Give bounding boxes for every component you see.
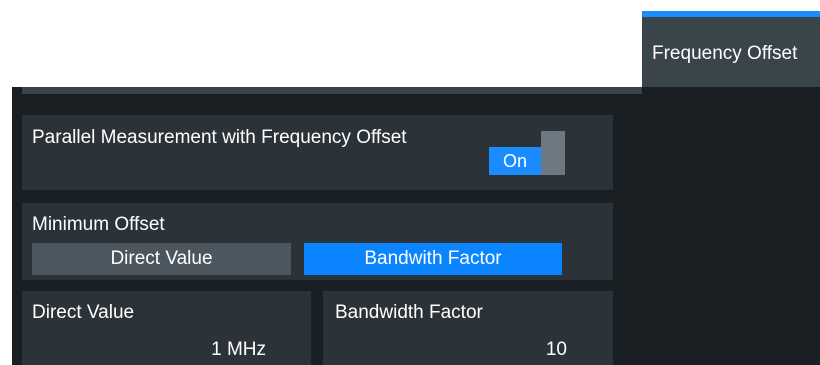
toggle-state-label: On xyxy=(489,147,541,175)
parallel-measurement-label: Parallel Measurement with Frequency Offs… xyxy=(32,127,407,148)
minimum-offset-group: Minimum Offset Direct Value Bandwith Fac… xyxy=(22,203,613,280)
tab-frequency-offset[interactable]: Frequency Offset xyxy=(642,11,820,97)
tab-label: Frequency Offset xyxy=(652,43,798,64)
minimum-offset-label: Minimum Offset xyxy=(32,214,165,235)
bandwidth-factor-button[interactable]: Bandwith Factor xyxy=(304,243,562,275)
frequency-offset-dialog: Frequency Offset Parallel Measurement wi… xyxy=(0,0,820,365)
bandwidth-factor-label: Bandwidth Factor xyxy=(335,302,483,323)
direct-value-readout: 1 MHz xyxy=(211,339,266,360)
direct-value-button[interactable]: Direct Value xyxy=(32,243,291,275)
direct-value-field[interactable]: Direct Value 1 MHz xyxy=(22,291,311,365)
panel-header-strip xyxy=(22,87,642,94)
parallel-measurement-toggle[interactable]: On xyxy=(489,131,567,175)
toggle-knob xyxy=(541,131,565,175)
direct-value-label: Direct Value xyxy=(32,302,135,323)
bandwidth-factor-readout: 10 xyxy=(545,339,567,360)
parallel-measurement-group: Parallel Measurement with Frequency Offs… xyxy=(22,115,613,190)
bandwidth-factor-field[interactable]: Bandwidth Factor 10 xyxy=(323,291,613,365)
